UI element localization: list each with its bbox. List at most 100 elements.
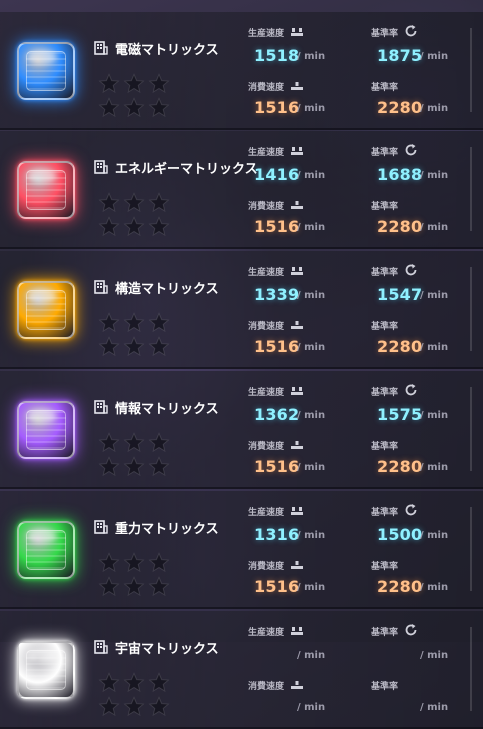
matrix-row-2[interactable]: エネルギーマトリックス 生産速度 1416 / min 基準率 1688 / m…: [0, 131, 483, 249]
base-consumption-value: 2280: [377, 577, 423, 596]
consumption-rate-unit: / min: [297, 702, 326, 713]
consumption-rate-value: 1516: [254, 577, 300, 596]
matrix-name: 重力マトリックス: [115, 522, 219, 537]
star-icon: [123, 73, 145, 93]
star-icon: [123, 552, 145, 572]
building-doc-icon: [94, 160, 108, 174]
production-rate-label: 生産速度: [248, 148, 285, 158]
building-doc-icon: [94, 400, 108, 414]
star-rating: [98, 432, 170, 476]
star-icon: [123, 456, 145, 476]
star-icon: [123, 97, 145, 117]
production-rate-value: 1416: [254, 165, 300, 184]
base-consumption-unit: / min: [420, 702, 449, 713]
star-rating: [98, 672, 170, 716]
base-rate-unit: / min: [420, 410, 449, 421]
consumption-rate-value: 1516: [254, 217, 300, 236]
star-icon: [123, 312, 145, 332]
matrix-name: 電磁マトリックス: [115, 43, 219, 58]
base-rate-value: 1575: [377, 405, 423, 424]
consumption-rate-label: 消費速度: [248, 682, 285, 692]
base-rate-label: 基準率: [371, 268, 399, 278]
production-rate-label: 生産速度: [248, 388, 285, 398]
matrix-row-4[interactable]: 情報マトリックス 生産速度 1362 / min 基準率 1575 / min …: [0, 371, 483, 489]
production-rate-label: 生産速度: [248, 508, 285, 518]
production-rate-unit: / min: [297, 170, 326, 181]
star-icon: [148, 696, 170, 716]
matrix-name: 情報マトリックス: [115, 402, 219, 417]
conveyor-out-icon: [291, 507, 303, 515]
refresh-icon: [405, 504, 417, 516]
base-consumption-value: 2280: [377, 337, 423, 356]
consumption-rate-unit: / min: [297, 103, 326, 114]
base-consumption-value: 2280: [377, 217, 423, 236]
base-consumption-unit: / min: [420, 342, 449, 353]
matrix-cube-icon: [17, 521, 75, 579]
matrix-name: 構造マトリックス: [115, 282, 219, 297]
building-doc-icon: [94, 280, 108, 294]
star-icon: [98, 97, 120, 117]
consumption-rate-unit: / min: [297, 582, 326, 593]
building-doc-icon: [94, 41, 108, 55]
consumption-rate-label: 消費速度: [248, 562, 285, 572]
base-consumption-unit: / min: [420, 222, 449, 233]
star-icon: [148, 552, 170, 572]
star-icon: [98, 672, 120, 692]
star-icon: [98, 696, 120, 716]
matrix-row-6[interactable]: 宇宙マトリックス 生産速度 / min 基準率 / min 消費速度 / min…: [0, 611, 483, 729]
matrix-row-1[interactable]: 電磁マトリックス 生産速度 1518 / min 基準率 1875 / min …: [0, 12, 483, 130]
star-icon: [123, 216, 145, 236]
production-rate-label: 生産速度: [248, 628, 285, 638]
production-rate-value: 1316: [254, 525, 300, 544]
base-rate-unit: / min: [420, 51, 449, 62]
star-icon: [98, 73, 120, 93]
matrix-cube-icon: [17, 281, 75, 339]
base-consumption-value: 2280: [377, 98, 423, 117]
base-rate-label: 基準率: [371, 388, 399, 398]
production-rate-value: 1362: [254, 405, 300, 424]
consumption-rate-unit: / min: [297, 342, 326, 353]
star-rating: [98, 192, 170, 236]
star-icon: [148, 456, 170, 476]
conveyor-in-icon: [291, 681, 303, 689]
conveyor-out-icon: [291, 387, 303, 395]
base-consumption-label: 基準率: [371, 682, 399, 692]
star-icon: [98, 456, 120, 476]
star-icon: [98, 336, 120, 356]
star-icon: [98, 552, 120, 572]
production-rate-label: 生産速度: [248, 29, 285, 39]
base-rate-value: 1875: [377, 46, 423, 65]
production-rate-unit: / min: [297, 530, 326, 541]
refresh-icon: [405, 624, 417, 636]
matrix-name: 宇宙マトリックス: [115, 642, 219, 657]
refresh-icon: [405, 25, 417, 37]
consumption-rate-value: 1516: [254, 457, 300, 476]
star-icon: [123, 696, 145, 716]
conveyor-in-icon: [291, 82, 303, 90]
building-doc-icon: [94, 640, 108, 654]
star-rating: [98, 552, 170, 596]
matrix-cube-icon: [17, 641, 75, 699]
matrix-row-5[interactable]: 重力マトリックス 生産速度 1316 / min 基準率 1500 / min …: [0, 491, 483, 609]
star-icon: [148, 432, 170, 452]
base-rate-label: 基準率: [371, 148, 399, 158]
refresh-icon: [405, 384, 417, 396]
consumption-rate-label: 消費速度: [248, 322, 285, 332]
star-icon: [148, 216, 170, 236]
matrix-row-3[interactable]: 構造マトリックス 生産速度 1339 / min 基準率 1547 / min …: [0, 251, 483, 369]
production-rate-unit: / min: [297, 290, 326, 301]
conveyor-out-icon: [291, 28, 303, 36]
star-icon: [98, 216, 120, 236]
base-consumption-value: 2280: [377, 457, 423, 476]
base-consumption-label: 基準率: [371, 202, 399, 212]
base-rate-unit: / min: [420, 650, 449, 661]
star-icon: [123, 432, 145, 452]
star-icon: [123, 336, 145, 356]
base-consumption-unit: / min: [420, 582, 449, 593]
star-icon: [148, 336, 170, 356]
consumption-rate-unit: / min: [297, 462, 326, 473]
base-rate-label: 基準率: [371, 508, 399, 518]
star-icon: [98, 192, 120, 212]
base-consumption-label: 基準率: [371, 562, 399, 572]
star-icon: [148, 672, 170, 692]
